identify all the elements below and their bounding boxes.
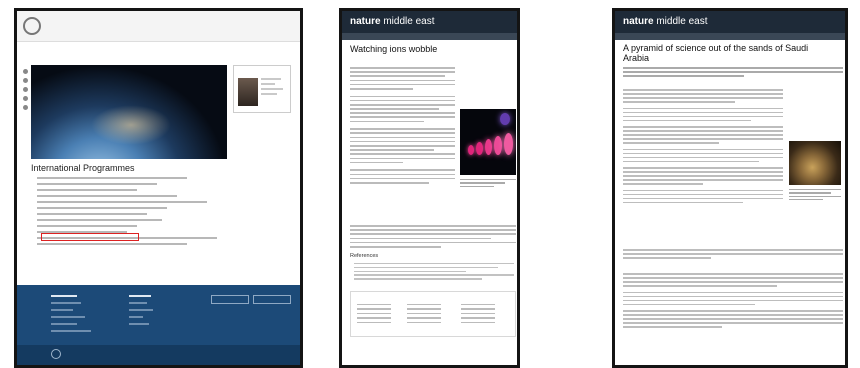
article-body-continued [350, 225, 516, 250]
article-body-continued [623, 249, 843, 261]
highlighted-link[interactable] [41, 233, 139, 241]
footer-button[interactable] [253, 295, 291, 304]
screenshot-panel-3: nature middle east A pyramid of science … [612, 8, 848, 368]
related-links-column[interactable] [357, 304, 391, 326]
page-title: International Programmes [31, 163, 135, 173]
earth-from-space-image [31, 65, 227, 159]
article-body [350, 67, 455, 186]
article-title: Watching ions wobble [350, 44, 438, 54]
share-icon[interactable] [23, 96, 28, 101]
nature-logo[interactable]: nature middle east [350, 16, 434, 27]
footer-logo-icon[interactable] [51, 349, 61, 359]
photo-caption [789, 189, 841, 202]
article-body-continued [623, 273, 843, 330]
nature-header: nature middle east [342, 11, 517, 33]
share-icon[interactable] [23, 78, 28, 83]
university-logo-icon[interactable] [23, 17, 41, 35]
nature-nav-bar [342, 33, 517, 40]
contact-card [233, 65, 291, 113]
nature-nav-bar [615, 33, 845, 40]
nature-feature-page: nature middle east A pyramid of science … [615, 11, 845, 365]
contact-details [261, 78, 287, 98]
footer-column [129, 295, 189, 330]
related-links-box [350, 291, 516, 337]
share-icon[interactable] [23, 87, 28, 92]
article-body [623, 89, 783, 206]
nature-header: nature middle east [615, 11, 845, 33]
screenshot-panel-1: International Programmes [14, 8, 303, 368]
social-sidebar [23, 69, 29, 114]
footer-bottom-bar [17, 345, 300, 365]
related-links-column[interactable] [461, 304, 495, 326]
footer-button[interactable] [211, 295, 249, 304]
article-title: A pyramid of science out of the sands of… [623, 43, 809, 63]
scientist-photo [789, 141, 841, 185]
related-links-column[interactable] [407, 304, 441, 326]
footer-column [51, 295, 111, 337]
screenshot-panel-2: nature middle east Watching ions wobble [339, 8, 520, 368]
references-heading: References [350, 253, 379, 259]
ion-figure [460, 109, 516, 175]
avatar [238, 78, 258, 106]
article-standfirst [623, 67, 843, 80]
figure-caption [460, 179, 516, 189]
references-list [354, 263, 514, 282]
site-footer [17, 285, 300, 365]
nature-logo[interactable]: nature middle east [623, 16, 707, 27]
nature-article-page: nature middle east Watching ions wobble [342, 11, 517, 365]
share-icon[interactable] [23, 105, 28, 110]
site-header [17, 11, 300, 42]
university-page: International Programmes [17, 11, 300, 365]
share-icon[interactable] [23, 69, 28, 74]
